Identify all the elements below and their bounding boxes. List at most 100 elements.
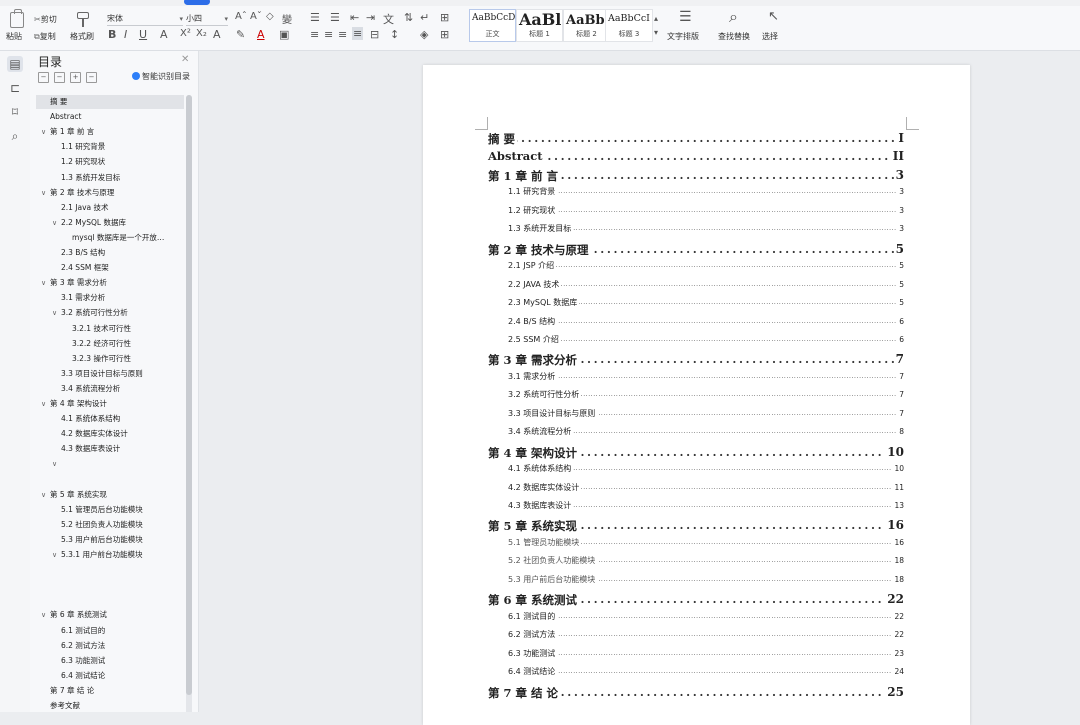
toc-nav-item[interactable]: 4.2 数据库实体设计 (61, 427, 128, 441)
align-right-icon[interactable]: ≡ (338, 28, 347, 41)
chevron-down-icon[interactable]: ∨ (52, 216, 57, 230)
toc-section-entry[interactable]: ........................................… (488, 333, 904, 350)
toc-nav-item[interactable]: 2.3 B/S 结构 (61, 246, 105, 260)
text-layout-icon[interactable]: ☰ (679, 9, 692, 25)
justify-icon[interactable]: ≡ (352, 27, 364, 40)
toc-nav-item[interactable]: 2.1 Java 技术 (61, 201, 109, 215)
font-size-select[interactable]: 小四 ▾ (186, 13, 228, 26)
toc-section-entry[interactable]: ........................................… (488, 223, 904, 239)
toc-section-entry[interactable]: ........................................… (488, 370, 904, 387)
toc-section-entry[interactable]: ........................................… (488, 389, 904, 405)
style-option[interactable]: AaBbCcDd 正文 (469, 9, 516, 42)
toc-section-entry[interactable]: ........................................… (488, 647, 904, 664)
document-page[interactable]: ........................................… (423, 65, 970, 725)
toc-nav-item[interactable]: 6.4 测试结论 (61, 669, 105, 683)
cursor-icon[interactable]: ↖ (768, 9, 779, 24)
char-border-icon[interactable]: ▣ (279, 28, 289, 41)
toc-nav-item[interactable]: 第 7 章 结 论 (50, 684, 94, 698)
shrink-font-icon[interactable]: Aˇ (250, 11, 262, 22)
shading-icon[interactable]: ◈ (420, 28, 428, 41)
text-layout-button[interactable]: 文字排版 (667, 31, 699, 42)
toc-nav-item[interactable]: ∨ 3.2 系统可行性分析 (52, 306, 128, 320)
toc-chapter-entry[interactable]: ........................................… (488, 518, 904, 535)
find-replace-button[interactable]: 查找替换 (718, 31, 750, 42)
toc-chapter-entry[interactable]: ........................................… (488, 592, 904, 609)
toc-section-entry[interactable]: ........................................… (488, 315, 904, 332)
toc-nav-item[interactable]: 6.1 测试目的 (61, 624, 105, 638)
toc-chapter-entry[interactable]: ........................................… (488, 241, 904, 258)
toc-nav-item[interactable]: 6.2 测试方法 (61, 639, 105, 653)
format-painter-button[interactable]: 格式刷 (70, 31, 94, 42)
toc-nav-item[interactable]: 1.2 研究现状 (61, 155, 105, 169)
font-color-icon[interactable]: A (257, 28, 265, 41)
chevron-down-icon[interactable]: ∨ (41, 608, 46, 622)
toc-chapter-entry[interactable]: ........................................… (488, 149, 904, 165)
borders-icon[interactable]: ⊞ (440, 28, 449, 41)
phonetic-icon[interactable]: 變 (282, 11, 292, 26)
chinese-layout-icon[interactable]: 文 (383, 11, 394, 27)
active-tab-indicator[interactable] (184, 0, 210, 5)
align-center-icon[interactable]: ≡ (324, 28, 333, 41)
toc-nav-item[interactable]: 3.3 项目设计目标与原则 (61, 367, 143, 381)
bullet-list-icon[interactable]: ☰ (310, 11, 320, 24)
numbered-list-icon[interactable]: ☰ (330, 11, 340, 24)
toc-section-entry[interactable]: ........................................… (488, 463, 904, 479)
level-icon[interactable]: − (86, 72, 97, 83)
toc-nav-item[interactable]: 2.4 SSM 框架 (61, 261, 109, 275)
toc-section-entry[interactable]: ........................................… (488, 610, 904, 627)
toc-chapter-entry[interactable]: ........................................… (488, 131, 904, 147)
toc-scrollbar[interactable] (186, 95, 192, 712)
subscript-icon[interactable]: X₂ (196, 28, 207, 39)
italic-icon[interactable]: I (124, 28, 127, 41)
toc-section-entry[interactable]: ........................................… (488, 666, 904, 682)
gallery-scroll-down-icon[interactable]: ▾ (654, 28, 658, 37)
gallery-scroll-up-icon[interactable]: ▴ (654, 14, 658, 23)
style-option[interactable]: AaBbCcI 标题 3 (605, 9, 653, 42)
chevron-down-icon[interactable]: ∨ (41, 488, 46, 502)
toc-section-entry[interactable]: ........................................… (488, 500, 904, 516)
search-icon[interactable]: ⌕ (729, 7, 738, 27)
toc-section-entry[interactable]: ........................................… (488, 536, 904, 553)
toc-nav-item[interactable]: 3.2.2 经济可行性 (72, 337, 131, 351)
toc-section-entry[interactable]: ........................................… (488, 481, 904, 498)
table-icon[interactable]: ⊞ (440, 11, 449, 24)
toc-nav-item[interactable]: 6.3 功能测试 (61, 654, 105, 668)
highlight-icon[interactable]: ✎ (236, 28, 245, 41)
toc-nav-item[interactable]: ∨ 2.2 MySQL 数据库 (52, 216, 126, 230)
expand-icon[interactable]: + (70, 72, 81, 83)
style-option[interactable]: AaBl 标题 1 (516, 9, 563, 42)
toc-nav-item[interactable]: 摘 要 (36, 95, 184, 109)
smart-toc-button[interactable]: 智能识别目录 (132, 71, 190, 82)
text-effect-icon[interactable]: A (213, 28, 221, 41)
chevron-down-icon[interactable]: ∨ (52, 548, 57, 562)
toc-nav-item[interactable]: 5.1 管理员后台功能模块 (61, 503, 143, 517)
toc-nav-item[interactable]: 3.2.1 技术可行性 (72, 322, 131, 336)
paste-button[interactable]: 粘贴 (6, 31, 22, 42)
close-icon[interactable]: ✕ (181, 54, 189, 65)
toc-section-entry[interactable]: ........................................… (488, 407, 904, 424)
sort-icon[interactable]: ⇅ (404, 11, 413, 24)
clear-format-icon[interactable]: ◇ (266, 11, 274, 22)
toc-section-entry[interactable]: ........................................… (488, 278, 904, 295)
chapter-nav-icon[interactable]: ⊏ (7, 80, 23, 96)
collapse-all-icon[interactable]: − (38, 72, 49, 83)
chevron-down-icon[interactable]: ∨ (41, 276, 46, 290)
toc-section-entry[interactable]: ........................................… (488, 629, 904, 645)
toc-nav-item[interactable]: ∨ 第 1 章 前 言 (41, 125, 94, 139)
toc-nav-item[interactable]: ∨ 第 2 章 技术与原理 (41, 186, 114, 200)
toc-nav-item[interactable]: ∨ 第 5 章 系统实现 (41, 488, 107, 502)
search-icon[interactable]: ⌕ (7, 128, 23, 144)
underline-icon[interactable]: U (139, 28, 147, 41)
align-left-icon[interactable]: ≡ (310, 28, 319, 41)
toc-nav-item[interactable]: 4.3 数据库表设计 (61, 442, 120, 456)
grow-font-icon[interactable]: Aˆ (235, 11, 247, 22)
toc-nav-item[interactable]: 参考文献 (50, 699, 80, 712)
toc-section-entry[interactable]: ........................................… (488, 186, 904, 202)
toc-nav-item[interactable]: 3.4 系统流程分析 (61, 382, 120, 396)
distributed-icon[interactable]: ⊟ (370, 28, 379, 41)
format-painter-icon[interactable] (76, 12, 90, 28)
paste-icon[interactable] (10, 9, 24, 28)
toc-nav-item[interactable]: Abstract (50, 110, 81, 124)
toc-nav-item[interactable]: 1.1 研究背景 (61, 140, 105, 154)
bookmark-icon[interactable]: ⌑ (7, 104, 23, 120)
